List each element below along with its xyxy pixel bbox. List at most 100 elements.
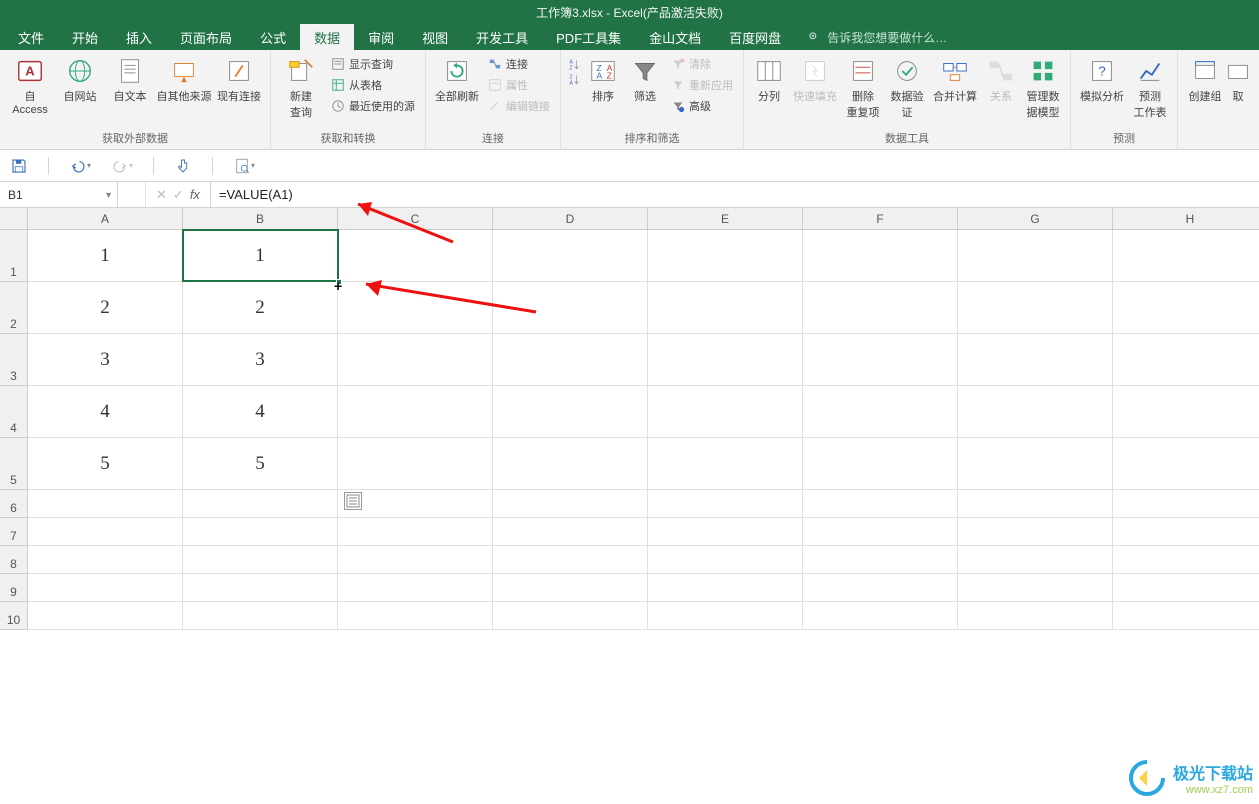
cell-F3[interactable] (803, 334, 958, 386)
new-query-button[interactable]: 新建 查询 (277, 52, 325, 120)
cell-B8[interactable] (183, 546, 338, 574)
tab-page-layout[interactable]: 页面布局 (166, 24, 246, 50)
row-header-5[interactable]: 5 (0, 438, 28, 490)
tab-pdf-tools[interactable]: PDF工具集 (542, 24, 635, 50)
text-to-columns-button[interactable]: 分列 (750, 52, 788, 104)
cell-E7[interactable] (648, 518, 803, 546)
cell-A3[interactable]: 3 (28, 334, 183, 386)
row-header-10[interactable]: 10 (0, 602, 28, 630)
connections-button[interactable]: 连接 (484, 54, 554, 74)
cell-B3[interactable]: 3 (183, 334, 338, 386)
cell-C9[interactable] (338, 574, 493, 602)
cell-B10[interactable] (183, 602, 338, 630)
cell-E3[interactable] (648, 334, 803, 386)
tab-insert[interactable]: 插入 (112, 24, 166, 50)
cell-B6[interactable] (183, 490, 338, 518)
cell-D1[interactable] (493, 230, 648, 282)
ungroup-button-partial[interactable]: 取 (1228, 52, 1248, 104)
cell-G5[interactable] (958, 438, 1113, 490)
tab-developer[interactable]: 开发工具 (462, 24, 542, 50)
cell-D6[interactable] (493, 490, 648, 518)
forecast-sheet-button[interactable]: 预测 工作表 (1129, 52, 1171, 120)
cell-D5[interactable] (493, 438, 648, 490)
consolidate-button[interactable]: 合并计算 (930, 52, 980, 104)
cell-B1[interactable]: 1 (183, 230, 338, 282)
tab-view[interactable]: 视图 (408, 24, 462, 50)
cell-A6[interactable] (28, 490, 183, 518)
cell-E1[interactable] (648, 230, 803, 282)
tab-kingsoft[interactable]: 金山文档 (635, 24, 715, 50)
cell-G10[interactable] (958, 602, 1113, 630)
cell-G8[interactable] (958, 546, 1113, 574)
cell-H8[interactable] (1113, 546, 1259, 574)
cell-C7[interactable] (338, 518, 493, 546)
cell-A9[interactable] (28, 574, 183, 602)
from-table-button[interactable]: 从表格 (327, 75, 419, 95)
touch-mode-button[interactable] (174, 157, 192, 175)
cell-E10[interactable] (648, 602, 803, 630)
cell-D4[interactable] (493, 386, 648, 438)
cell-E5[interactable] (648, 438, 803, 490)
cell-C8[interactable] (338, 546, 493, 574)
tab-data[interactable]: 数据 (300, 24, 354, 50)
col-header-C[interactable]: C (338, 208, 493, 230)
refresh-all-button[interactable]: 全部刷新 (432, 52, 482, 104)
manage-data-model-button[interactable]: 管理数 据模型 (1022, 52, 1064, 120)
cell-A5[interactable]: 5 (28, 438, 183, 490)
cell-H2[interactable] (1113, 282, 1259, 334)
select-all-corner[interactable] (0, 208, 28, 230)
cell-A4[interactable]: 4 (28, 386, 183, 438)
cell-H7[interactable] (1113, 518, 1259, 546)
col-header-B[interactable]: B (183, 208, 338, 230)
recent-sources-button[interactable]: 最近使用的源 (327, 96, 419, 116)
data-validation-button[interactable]: 数据验 证 (886, 52, 928, 120)
formula-input[interactable]: =VALUE(A1) (211, 182, 1259, 207)
from-other-sources-button[interactable]: 自其他来源 (156, 52, 212, 104)
cell-G4[interactable] (958, 386, 1113, 438)
cell-H4[interactable] (1113, 386, 1259, 438)
fx-button[interactable]: fx (190, 187, 200, 202)
tab-home[interactable]: 开始 (58, 24, 112, 50)
cell-G7[interactable] (958, 518, 1113, 546)
existing-connections-button[interactable]: 现有连接 (214, 52, 264, 104)
cell-C3[interactable] (338, 334, 493, 386)
row-header-1[interactable]: 1 (0, 230, 28, 282)
cell-F9[interactable] (803, 574, 958, 602)
cell-G6[interactable] (958, 490, 1113, 518)
cell-A7[interactable] (28, 518, 183, 546)
tell-me-search[interactable]: 告诉我您想要做什么… (807, 24, 947, 50)
cell-C2[interactable] (338, 282, 493, 334)
tab-baidu[interactable]: 百度网盘 (715, 24, 795, 50)
cell-E6[interactable] (648, 490, 803, 518)
cell-H1[interactable] (1113, 230, 1259, 282)
col-header-H[interactable]: H (1113, 208, 1259, 230)
row-header-2[interactable]: 2 (0, 282, 28, 334)
col-header-F[interactable]: F (803, 208, 958, 230)
cell-G1[interactable] (958, 230, 1113, 282)
redo-button[interactable]: ▾ (111, 157, 133, 175)
cell-F2[interactable] (803, 282, 958, 334)
cell-H3[interactable] (1113, 334, 1259, 386)
autofill-options-button[interactable] (344, 492, 362, 510)
row-header-8[interactable]: 8 (0, 546, 28, 574)
cell-C1[interactable] (338, 230, 493, 282)
cell-A1[interactable]: 1 (28, 230, 183, 282)
cell-H10[interactable] (1113, 602, 1259, 630)
cell-B9[interactable] (183, 574, 338, 602)
tab-file[interactable]: 文件 (4, 24, 58, 50)
sort-asc-button[interactable]: AZ (567, 58, 581, 72)
row-header-6[interactable]: 6 (0, 490, 28, 518)
cell-D9[interactable] (493, 574, 648, 602)
cell-G2[interactable] (958, 282, 1113, 334)
group-button[interactable]: 创建组 (1184, 52, 1226, 104)
from-web-button[interactable]: 自网站 (56, 52, 104, 104)
row-header-9[interactable]: 9 (0, 574, 28, 602)
cell-D8[interactable] (493, 546, 648, 574)
cell-C4[interactable] (338, 386, 493, 438)
cell-F5[interactable] (803, 438, 958, 490)
cell-F8[interactable] (803, 546, 958, 574)
tab-review[interactable]: 审阅 (354, 24, 408, 50)
sort-button[interactable]: ZAAZ 排序 (583, 52, 623, 104)
cell-C5[interactable] (338, 438, 493, 490)
cell-E8[interactable] (648, 546, 803, 574)
